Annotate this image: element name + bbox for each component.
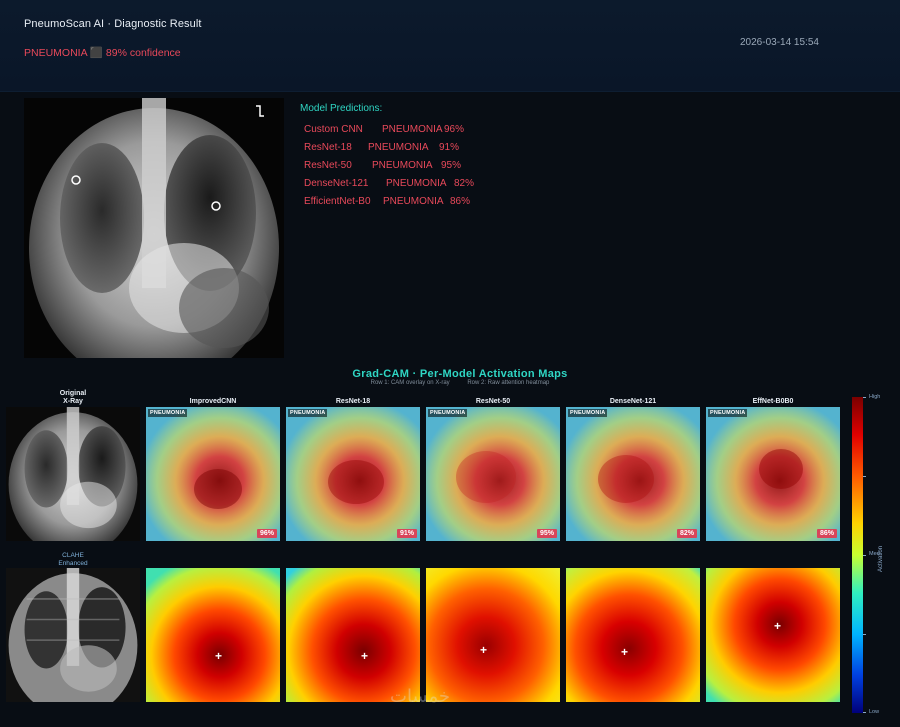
prediction-confidence: 96% (444, 124, 465, 135)
cam-class-tag: PNEUMONIA (568, 409, 608, 417)
activation-colorbar (852, 397, 863, 713)
prediction-label: PNEUMONIA (382, 124, 443, 135)
prediction-row: Custom CNN PNEUMONIA96% (304, 124, 474, 142)
gradcam-subtitle-row1: Row 1: CAM overlay on X-ray (370, 380, 450, 386)
cam-confidence-badge: 96% (256, 529, 277, 538)
predictions-list: Custom CNN PNEUMONIA96% ResNet-18 PNEUMONI… (304, 124, 474, 214)
predictions-title: Model Predictions: (300, 103, 383, 114)
colorbar-tick (863, 712, 866, 713)
cam-overlay[interactable]: PNEUMONIA 95% (426, 407, 560, 541)
cam-class-tag: PNEUMONIA (288, 409, 328, 417)
col-header-original-line2: X-Ray (63, 398, 83, 405)
col-header-model: ResNet-18 (335, 398, 371, 405)
cam-confidence-badge: 82% (676, 529, 697, 538)
prediction-label: PNEUMONIA (383, 196, 444, 207)
prediction-row: DenseNet-121 PNEUMONIA 82% (304, 178, 474, 196)
prediction-confidence: 82% (454, 178, 475, 189)
row-label-clahe-line1: CLAHE (62, 552, 84, 559)
gradcam-subtitle-row2: Row 2: Raw attention heatmap (467, 380, 550, 386)
header-bar: PneumoScan AI · Diagnostic Result PNEUMO… (0, 0, 900, 92)
prediction-model: ResNet-18 (304, 142, 352, 153)
col-header-original-line1: Original (59, 390, 87, 397)
gradcam-subtitle: Row 1: CAM overlay on X-ray Row 2: Raw a… (0, 380, 900, 386)
prediction-confidence: 95% (441, 160, 462, 171)
prediction-confidence: 91% (439, 142, 460, 153)
cam-confidence-badge: 95% (536, 529, 557, 538)
cam-class-tag: PNEUMONIA (708, 409, 748, 417)
prediction-confidence: 86% (450, 196, 471, 207)
prediction-model: EfficientNet-B0 (304, 196, 371, 207)
col-header-model: ImprovedCNN (189, 398, 237, 405)
colorbar-low-label: Low (869, 709, 880, 715)
prediction-model: ResNet-50 (304, 160, 352, 171)
colorbar-tick (863, 397, 866, 398)
peak-marker-icon: + (480, 643, 488, 657)
watermark-logo: خمسات (390, 686, 451, 707)
prediction-model: DenseNet-121 (304, 178, 369, 189)
peak-marker-icon: + (774, 619, 782, 633)
raw-heatmap[interactable]: + (426, 568, 560, 702)
prediction-row: ResNet-18 PNEUMONIA 91% (304, 142, 474, 160)
diagnosis-verdict: PNEUMONIA ⬛ 89% confidence (24, 47, 181, 59)
cam-overlay[interactable]: PNEUMONIA 96% (146, 407, 280, 541)
raw-heatmap[interactable]: + (566, 568, 700, 702)
raw-heatmap[interactable]: + (286, 568, 420, 702)
peak-marker-icon: + (215, 649, 223, 663)
prediction-row: EfficientNet-B0 PNEUMONIA 86% (304, 196, 474, 214)
row-label-clahe: CLAHE Enhanced (6, 552, 140, 568)
peak-marker-icon: + (621, 645, 629, 659)
gradcam-title: Grad-CAM · Per-Model Activation Maps (352, 368, 568, 380)
row-label-clahe-line2: Enhanced (58, 560, 88, 567)
col-header-model: ResNet-50 (475, 398, 511, 405)
cam-class-tag: PNEUMONIA (428, 409, 468, 417)
raw-heatmap[interactable]: + (706, 568, 840, 702)
chest-xray-image (24, 98, 284, 358)
cam-class-tag: PNEUMONIA (148, 409, 188, 417)
colorbar-title: Activation (878, 545, 884, 572)
col-header-original: Original X-Ray (6, 390, 140, 406)
peak-marker-icon: + (361, 649, 369, 663)
prediction-label: PNEUMONIA (372, 160, 433, 171)
prediction-model: Custom CNN (304, 124, 363, 135)
col-header-model: EffNet-B0B0 (752, 398, 794, 405)
col-header-model: DenseNet-121 (609, 398, 657, 405)
cam-overlay[interactable]: PNEUMONIA 82% (566, 407, 700, 541)
colorbar-high-label: High (869, 394, 881, 400)
app-title: PneumoScan AI · Diagnostic Result (24, 18, 202, 30)
prediction-label: PNEUMONIA (386, 178, 447, 189)
colorbar-tick (863, 476, 866, 477)
colorbar-tick (863, 634, 866, 635)
colorbar-tick (863, 555, 866, 556)
cam-overlay[interactable]: PNEUMONIA 86% (706, 407, 840, 541)
cam-overlay[interactable]: PNEUMONIA 91% (286, 407, 420, 541)
raw-heatmap[interactable]: + (146, 568, 280, 702)
cam-confidence-badge: 91% (396, 529, 417, 538)
clahe-xray-thumb (6, 568, 140, 702)
cam-confidence-badge: 86% (816, 529, 837, 538)
prediction-label: PNEUMONIA (368, 142, 429, 153)
original-xray-thumb (6, 407, 140, 541)
prediction-row: ResNet-50 PNEUMONIA 95% (304, 160, 474, 178)
timestamp: 2026-03-14 15:54 (740, 37, 819, 48)
